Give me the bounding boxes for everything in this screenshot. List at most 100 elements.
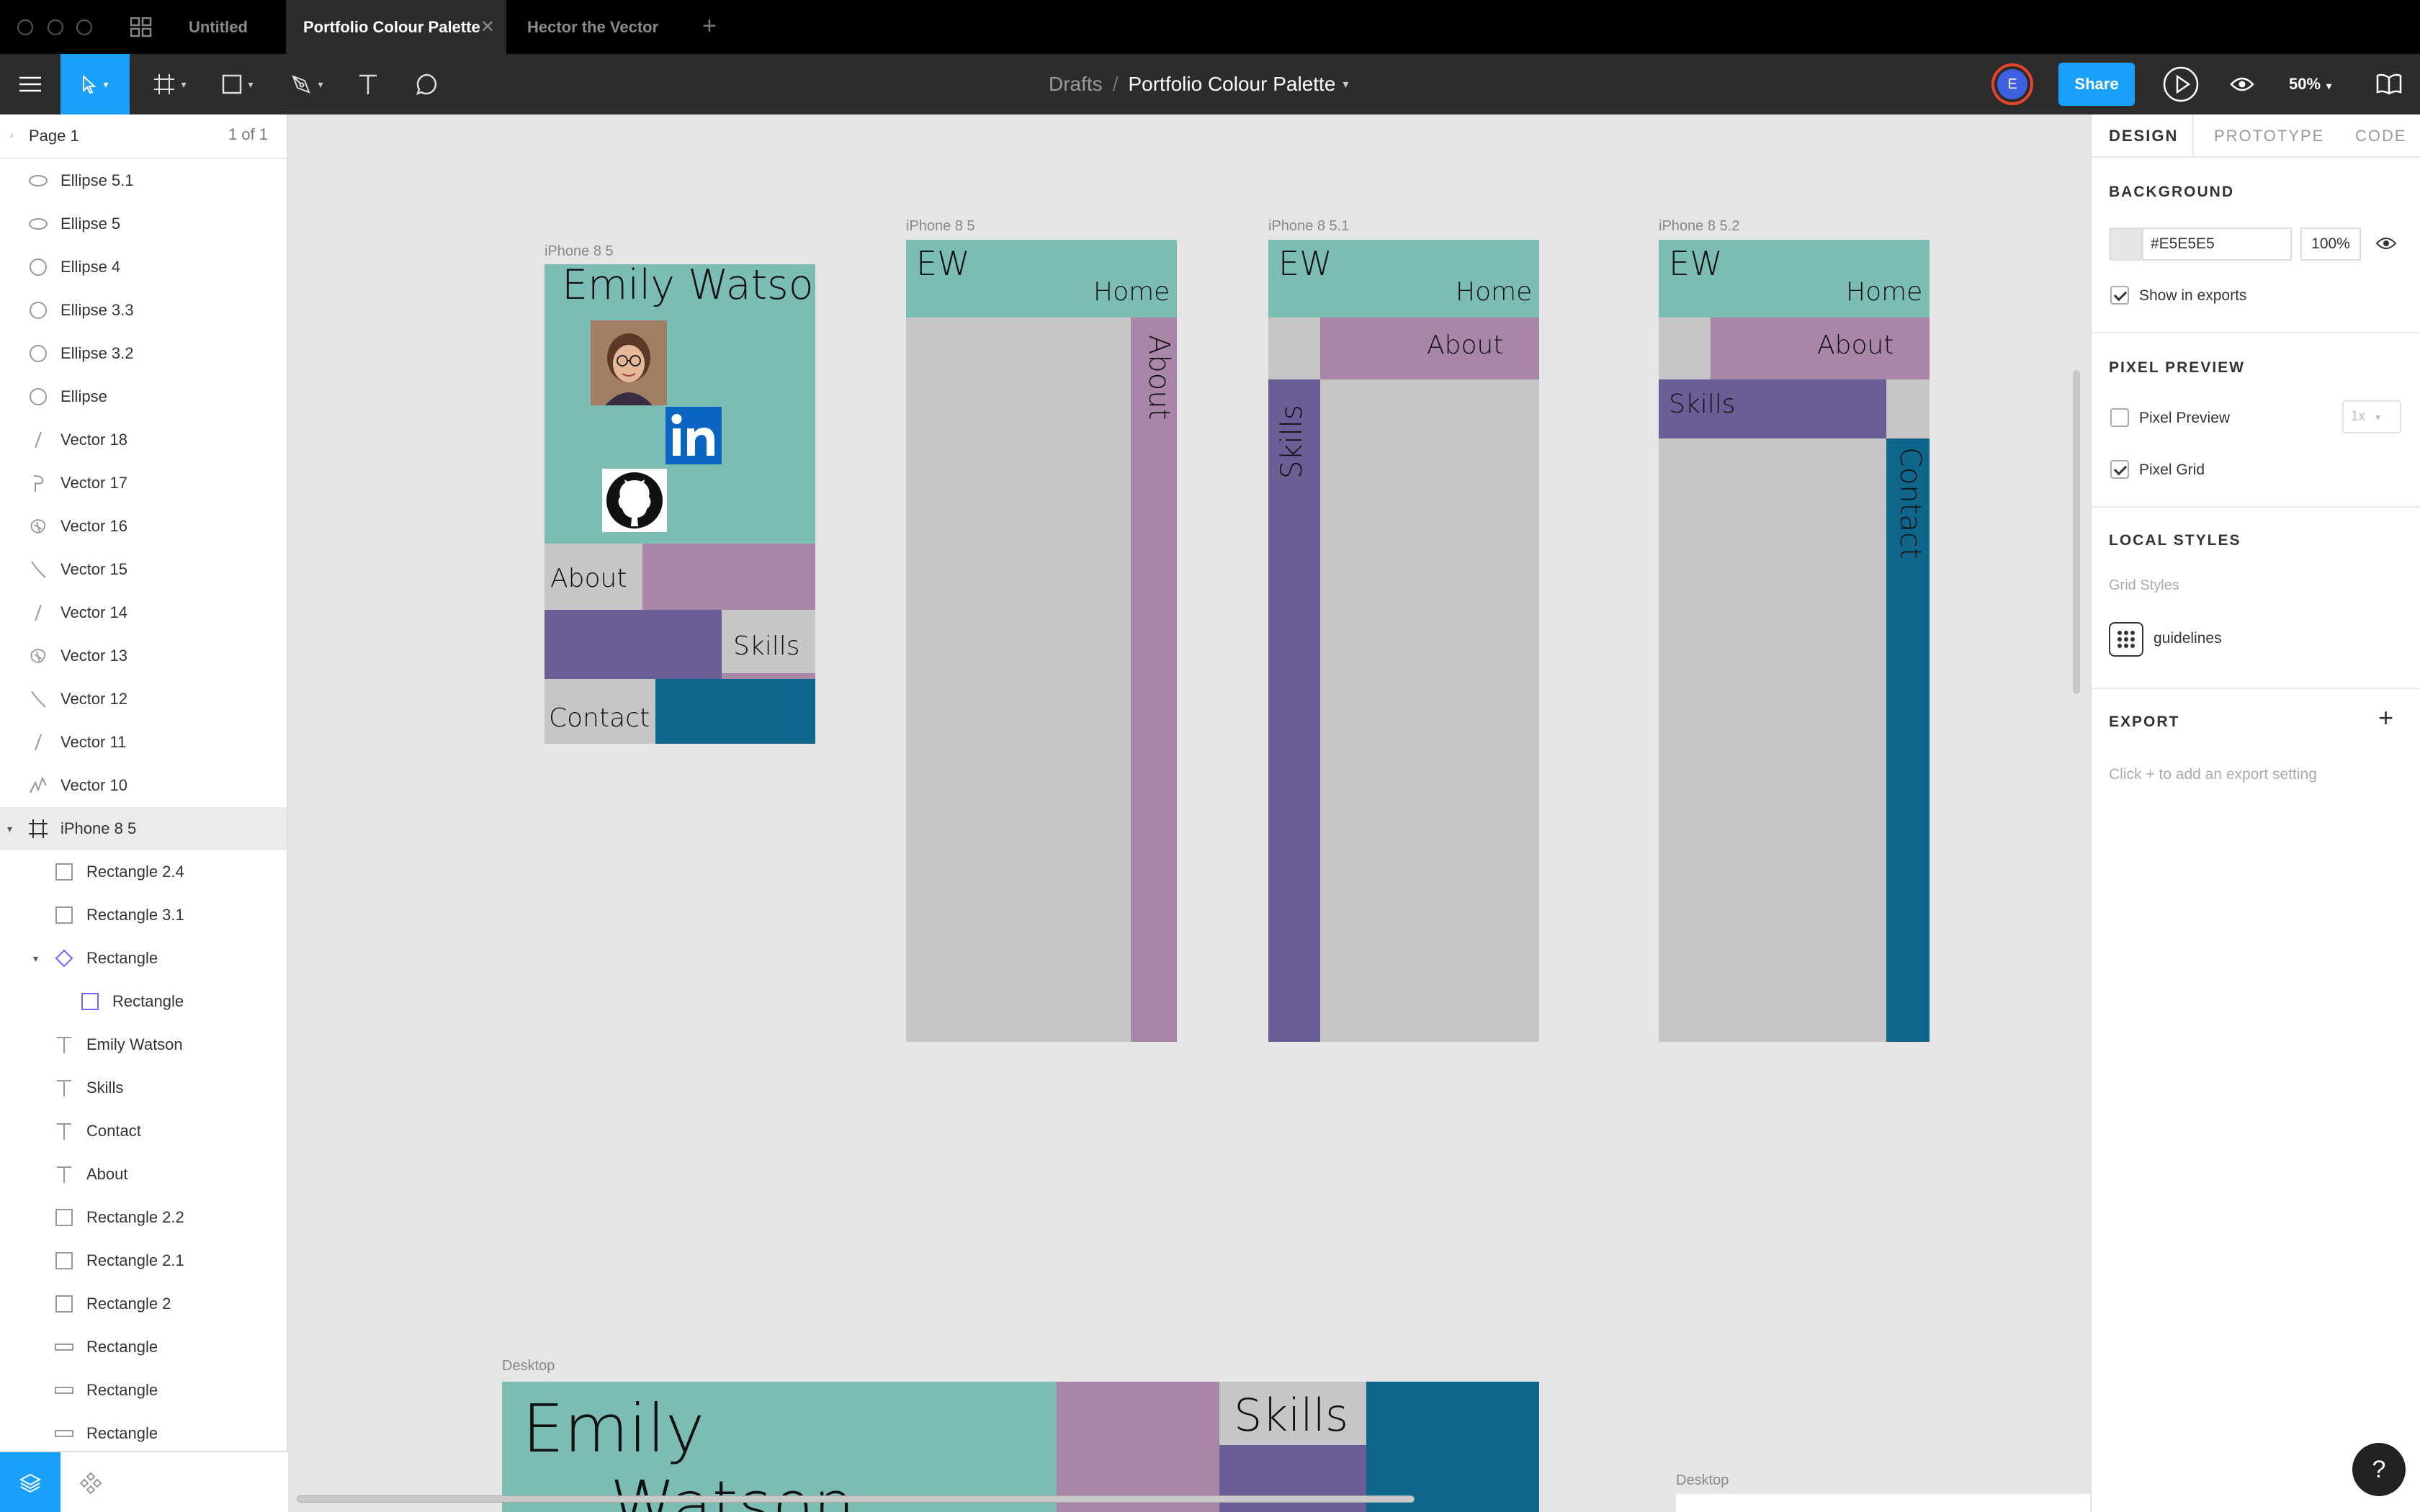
- background-color-swatch[interactable]: [2109, 228, 2142, 261]
- layer-row[interactable]: Vector 12: [0, 678, 287, 721]
- layer-row[interactable]: About: [0, 1153, 287, 1196]
- view-eye-icon[interactable]: [2217, 54, 2267, 114]
- layer-row[interactable]: Contact: [0, 1110, 287, 1153]
- tab-untitled[interactable]: Untitled: [171, 0, 265, 54]
- expand-arrow-icon[interactable]: ▾: [7, 823, 12, 835]
- vertical-scrollbar[interactable]: [2073, 370, 2080, 694]
- frame-iphone-about[interactable]: EW Home About Skills Contact: [906, 240, 1177, 1042]
- layer-row[interactable]: Ellipse 5: [0, 202, 287, 246]
- layer-row[interactable]: Rectangle 2.4: [0, 850, 287, 894]
- background-opacity-input[interactable]: 100%: [2300, 228, 2361, 261]
- github-icon[interactable]: [602, 469, 667, 532]
- text-tool-button[interactable]: [350, 54, 386, 114]
- zoom-dropdown[interactable]: 50% ▾: [2289, 54, 2331, 114]
- tab-portfolio-colour-palette[interactable]: Portfolio Colour Palette ✕: [286, 0, 506, 54]
- move-tool-button[interactable]: ▾: [60, 54, 130, 114]
- pixel-preview-scale-select[interactable]: 1x ▾: [2342, 400, 2401, 433]
- layer-row[interactable]: Rectangle: [0, 980, 287, 1023]
- layer-row[interactable]: Skills: [0, 1066, 287, 1110]
- layer-label: Ellipse 3.3: [60, 301, 134, 319]
- share-button[interactable]: Share: [2058, 63, 2135, 106]
- frame-label[interactable]: Desktop: [502, 1358, 555, 1374]
- layer-row[interactable]: Vector 15: [0, 548, 287, 591]
- pen-tool-button[interactable]: ▾: [278, 54, 336, 114]
- layer-row[interactable]: Rectangle 3.1: [0, 894, 287, 937]
- tab-code[interactable]: CODE: [2355, 114, 2407, 158]
- layer-row[interactable]: ▾ Rectangle: [0, 937, 287, 980]
- library-book-icon[interactable]: [2364, 54, 2414, 114]
- layer-row[interactable]: Rectangle: [0, 1369, 287, 1412]
- layer-row[interactable]: Rectangle 2.1: [0, 1239, 287, 1282]
- file-browser-grid-icon[interactable]: [130, 17, 152, 37]
- layer-row[interactable]: Vector 14: [0, 591, 287, 634]
- layer-row[interactable]: Rectangle 2.2: [0, 1196, 287, 1239]
- layer-row[interactable]: Vector 16: [0, 505, 287, 548]
- window-close-icon[interactable]: [17, 19, 33, 35]
- comment-tool-button[interactable]: [408, 54, 447, 114]
- frame-label[interactable]: Desktop: [1676, 1472, 1729, 1489]
- pixel-preview-checkbox[interactable]: [2110, 408, 2129, 427]
- frame-tool-button[interactable]: ▾: [141, 54, 199, 114]
- layer-row[interactable]: Ellipse 3.3: [0, 289, 287, 332]
- layer-row[interactable]: ▾ iPhone 8 5: [0, 807, 287, 850]
- layer-row[interactable]: Vector 13: [0, 634, 287, 678]
- design-canvas[interactable]: iPhone 8 5 Emily Watson About Skills Con…: [288, 114, 2090, 1512]
- shape-tool-button[interactable]: ▾: [209, 54, 266, 114]
- help-button[interactable]: ?: [2352, 1443, 2406, 1496]
- layer-row[interactable]: Rectangle: [0, 1412, 287, 1455]
- show-in-exports-checkbox[interactable]: [2110, 286, 2129, 305]
- main-menu-hamburger-icon[interactable]: [0, 54, 60, 114]
- layer-row[interactable]: Rectangle: [0, 1326, 287, 1369]
- layers-tab-button[interactable]: [0, 1452, 60, 1512]
- frame-label[interactable]: iPhone 8 5.2: [1659, 218, 1739, 235]
- about-text: About: [1817, 330, 1894, 360]
- expand-arrow-icon[interactable]: ▾: [33, 953, 38, 965]
- skills-sidebar-purple: [1268, 379, 1320, 1042]
- frame-iphone-contact[interactable]: EW Home About Skills Contact: [1659, 240, 1930, 1042]
- frame-label[interactable]: iPhone 8 5: [544, 243, 614, 260]
- frame-desktop-2[interactable]: [1676, 1494, 2090, 1512]
- frame-iphone-home[interactable]: Emily Watson About Skills Contact: [544, 264, 815, 744]
- layer-row[interactable]: Vector 18: [0, 418, 287, 462]
- window-maximize-icon[interactable]: [76, 19, 92, 35]
- tab-close-icon[interactable]: ✕: [480, 0, 495, 54]
- breadcrumb-drafts-link[interactable]: Drafts: [1049, 73, 1103, 96]
- chevron-down-icon[interactable]: ▾: [1343, 77, 1348, 91]
- frame-label[interactable]: iPhone 8 5.1: [1268, 218, 1349, 235]
- new-tab-plus-icon[interactable]: +: [702, 0, 717, 54]
- vector-line-icon: [27, 603, 49, 623]
- tab-hector-the-vector[interactable]: Hector the Vector: [510, 0, 683, 54]
- horizontal-scrollbar[interactable]: [297, 1495, 1415, 1503]
- frame-desktop[interactable]: Emily Watson Skills: [502, 1382, 1539, 1512]
- user-avatar[interactable]: E: [1991, 63, 2033, 105]
- layer-row[interactable]: Emily Watson: [0, 1023, 287, 1066]
- layer-row[interactable]: Rectangle 2: [0, 1282, 287, 1326]
- frame-label[interactable]: iPhone 8 5: [906, 218, 975, 235]
- background-hex-input[interactable]: #E5E5E5: [2142, 228, 2292, 261]
- add-export-plus-icon[interactable]: +: [2378, 705, 2393, 731]
- layer-row[interactable]: Vector 11: [0, 721, 287, 764]
- window-minimize-icon[interactable]: [48, 19, 63, 35]
- grid-style-name[interactable]: guidelines: [2154, 630, 2222, 647]
- layer-row[interactable]: Vector 10: [0, 764, 287, 807]
- logo-text: EW: [1669, 244, 1723, 283]
- layer-row[interactable]: Ellipse: [0, 375, 287, 418]
- tab-design[interactable]: DESIGN: [2109, 114, 2178, 158]
- visibility-eye-icon[interactable]: [2375, 235, 2397, 255]
- layer-row[interactable]: Ellipse 5.1: [0, 159, 287, 202]
- linkedin-icon[interactable]: [666, 407, 722, 464]
- tab-prototype[interactable]: PROTOTYPE: [2214, 114, 2324, 158]
- pixel-grid-checkbox[interactable]: [2110, 460, 2129, 479]
- grid-style-icon[interactable]: [2109, 622, 2143, 657]
- layer-row[interactable]: Vector 17: [0, 462, 287, 505]
- layer-row[interactable]: Ellipse 4: [0, 246, 287, 289]
- present-play-icon[interactable]: [2151, 54, 2211, 114]
- home-text: Home: [1093, 277, 1170, 307]
- skills-text: Skills: [1669, 390, 1736, 419]
- page-selector[interactable]: › Page 1 1 of 1: [0, 114, 287, 159]
- file-name-menu[interactable]: Portfolio Colour Palette: [1128, 73, 1335, 96]
- assets-tab-button[interactable]: [60, 1452, 121, 1512]
- frame-iphone-skills[interactable]: EW Home About Skills Contact: [1268, 240, 1539, 1042]
- vector-shape-icon: [27, 646, 49, 666]
- layer-row[interactable]: Ellipse 3.2: [0, 332, 287, 375]
